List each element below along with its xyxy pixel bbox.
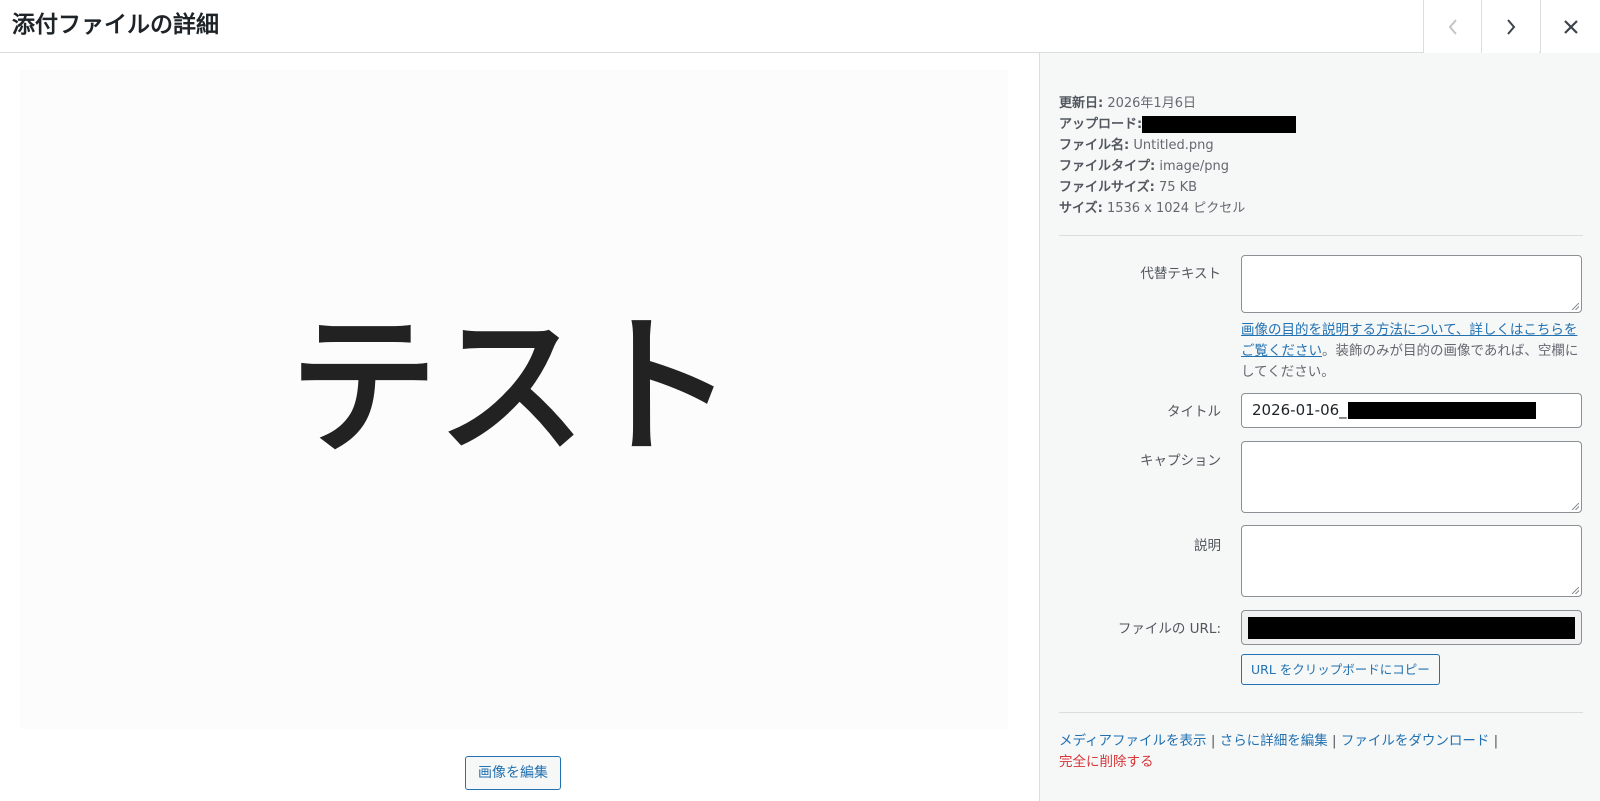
meta-filename: ファイル名: Untitled.png bbox=[1059, 135, 1296, 156]
file-url-label: ファイルの URL: bbox=[1117, 621, 1221, 637]
download-file-link[interactable]: ファイルをダウンロード bbox=[1341, 733, 1490, 749]
chevron-right-icon bbox=[1505, 18, 1517, 36]
previous-attachment-button[interactable] bbox=[1423, 0, 1481, 53]
close-modal-button[interactable] bbox=[1540, 0, 1600, 53]
title-field[interactable]: 2026-01-06_ bbox=[1241, 393, 1582, 428]
redacted-title-part bbox=[1347, 402, 1536, 419]
attachment-actions: メディアファイルを表示 | さらに詳細を編集 | ファイルをダウンロード | 完… bbox=[1059, 731, 1589, 773]
description-label: 説明 bbox=[1194, 538, 1221, 554]
redacted-file-url bbox=[1248, 616, 1575, 639]
meta-filename-label: ファイル名: bbox=[1059, 138, 1130, 153]
meta-dimensions-value: 1536 x 1024 ピクセル bbox=[1106, 201, 1246, 216]
divider bbox=[1059, 712, 1583, 713]
modal-header: 添付ファイルの詳細 bbox=[0, 0, 1600, 53]
meta-updated: 更新日: 2026年1月6日 bbox=[1059, 93, 1296, 114]
meta-filesize-value: 75 KB bbox=[1158, 180, 1198, 195]
copy-url-button[interactable]: URL をクリップボードにコピー bbox=[1241, 654, 1440, 685]
action-separator: | bbox=[1332, 733, 1337, 749]
meta-filesize: ファイルサイズ: 75 KB bbox=[1059, 177, 1296, 198]
alt-text-field[interactable] bbox=[1241, 255, 1582, 313]
meta-filetype: ファイルタイプ: image/png bbox=[1059, 156, 1296, 177]
meta-uploaded-label: アップロード: bbox=[1059, 117, 1143, 132]
file-url-field[interactable] bbox=[1241, 610, 1582, 645]
meta-filetype-label: ファイルタイプ: bbox=[1059, 159, 1156, 174]
caption-label: キャプション bbox=[1140, 453, 1221, 469]
alt-text-label: 代替テキスト bbox=[1140, 266, 1221, 282]
meta-updated-value: 2026年1月6日 bbox=[1107, 96, 1196, 111]
attachment-image: テスト bbox=[20, 70, 1008, 729]
attachment-preview: テスト 画像を編集 bbox=[0, 53, 1039, 801]
action-separator: | bbox=[1210, 733, 1216, 749]
delete-permanently-link[interactable]: 完全に削除する bbox=[1059, 754, 1154, 770]
meta-dimensions: サイズ: 1536 x 1024 ピクセル bbox=[1059, 198, 1296, 219]
meta-filetype-value: image/png bbox=[1159, 159, 1229, 174]
title-label: タイトル bbox=[1167, 404, 1221, 420]
meta-filename-value: Untitled.png bbox=[1133, 138, 1214, 153]
description-field[interactable] bbox=[1241, 525, 1582, 597]
meta-uploaded: アップロード: bbox=[1059, 114, 1297, 135]
edit-image-button[interactable]: 画像を編集 bbox=[465, 756, 561, 790]
edit-more-details-link[interactable]: さらに詳細を編集 bbox=[1220, 733, 1328, 749]
divider bbox=[1059, 235, 1583, 236]
modal-title: 添付ファイルの詳細 bbox=[12, 12, 219, 38]
meta-updated-label: 更新日: bbox=[1059, 96, 1104, 111]
view-media-link[interactable]: メディアファイルを表示 bbox=[1059, 733, 1207, 749]
caption-field[interactable] bbox=[1241, 441, 1582, 513]
attachment-details-sidebar: 更新日: 2026年1月6日 アップロード: ファイル名: Untitled.p… bbox=[1039, 53, 1600, 801]
meta-filesize-label: ファイルサイズ: bbox=[1059, 180, 1155, 195]
alt-text-help: 画像の目的を説明する方法について、詳しくはこちらをご覧ください。装飾のみが目的の… bbox=[1241, 320, 1585, 383]
redacted-uploader bbox=[1142, 116, 1297, 133]
action-separator: | bbox=[1493, 733, 1499, 749]
image-text: テスト bbox=[289, 299, 734, 475]
close-icon bbox=[1563, 19, 1579, 35]
title-value: 2026-01-06_ bbox=[1252, 401, 1347, 419]
next-attachment-button[interactable] bbox=[1481, 0, 1539, 53]
file-metadata: 更新日: 2026年1月6日 アップロード: ファイル名: Untitled.p… bbox=[1059, 93, 1297, 219]
chevron-left-icon bbox=[1447, 18, 1459, 36]
meta-dimensions-label: サイズ: bbox=[1059, 201, 1103, 216]
